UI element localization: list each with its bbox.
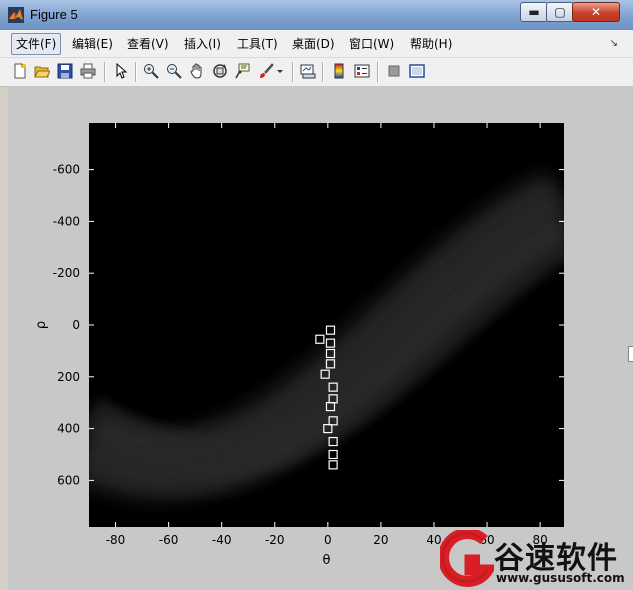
print-icon <box>80 63 96 79</box>
y-tick-label: 400 <box>57 422 80 436</box>
menu-tools[interactable]: 工具(T) <box>233 34 282 54</box>
toolbar-separator <box>377 62 379 82</box>
open-file-icon <box>34 66 50 78</box>
y-tick-label: 600 <box>57 473 80 487</box>
menu-window[interactable]: 窗口(W) <box>345 34 398 54</box>
x-axis-label: θ <box>323 553 331 568</box>
toolbar-separator <box>292 62 294 82</box>
title-bar[interactable]: Figure 5 ▬ ▢ ✕ <box>0 0 633 31</box>
zoom-in-icon <box>144 64 159 79</box>
toolbar-separator <box>104 62 106 82</box>
hough-transform-plot[interactable]: -80 -60 -40 -20 0 20 40 60 80-600-400-2000200400… <box>8 86 633 590</box>
new-figure-icon <box>14 63 26 79</box>
figure-window: Figure 5 ▬ ▢ ✕ 文件(F) 编辑(E) 查看(V) 插入(I) 工… <box>0 0 633 590</box>
brush-icon <box>260 63 274 78</box>
toolbar-separator <box>135 62 137 82</box>
select-button[interactable] <box>112 62 130 80</box>
close-icon: ✕ <box>590 5 602 19</box>
show-plot-tools-button[interactable] <box>408 62 426 80</box>
y-tick-label: 200 <box>57 370 80 384</box>
zoom-in-button[interactable] <box>142 62 160 80</box>
y-axis-label: ρ <box>34 321 49 329</box>
zoom-out-button[interactable] <box>165 62 183 80</box>
menu-overflow-icon[interactable]: ↘ <box>610 38 618 49</box>
rotate-3d-button[interactable] <box>211 62 229 80</box>
x-tick-label: -20 <box>265 533 285 547</box>
legend-button[interactable] <box>353 62 371 80</box>
pan-button[interactable] <box>188 62 206 80</box>
save-icon <box>57 63 73 79</box>
menu-edit[interactable]: 编辑(E) <box>68 34 117 54</box>
maximize-icon: ▢ <box>554 5 566 19</box>
x-tick-label: 0 <box>324 533 332 547</box>
colorbar-icon <box>334 63 344 79</box>
y-tick-label: 0 <box>72 318 80 332</box>
menu-file[interactable]: 文件(F) <box>11 33 62 55</box>
maximize-button[interactable]: ▢ <box>546 2 574 22</box>
menu-view[interactable]: 查看(V) <box>123 34 173 54</box>
y-tick-label: -200 <box>53 266 80 280</box>
brush-dropdown-icon <box>277 70 283 73</box>
hide-plot-tools-button[interactable] <box>385 62 403 80</box>
menu-desktop[interactable]: 桌面(D) <box>288 34 339 54</box>
brush-dropdown-button[interactable] <box>275 62 285 80</box>
menu-help[interactable]: 帮助(H) <box>406 34 456 54</box>
x-tick-label: -40 <box>212 533 232 547</box>
x-tick-label: -80 <box>106 533 126 547</box>
close-button[interactable]: ✕ <box>572 2 620 22</box>
watermark: 谷速软件 www.gususoft.com <box>440 530 633 590</box>
matlab-logo-icon <box>8 7 24 23</box>
window-edge-handle <box>628 346 633 362</box>
axes: -80 -60 -40 -20 0 20 40 60 80-600-400-2000200400… <box>53 123 564 547</box>
x-tick-label: -60 <box>159 533 179 547</box>
figure-canvas: -80 -60 -40 -20 0 20 40 60 80 -600 -400 -200 0 200 400… <box>8 86 633 590</box>
colorbar-button[interactable] <box>330 62 348 80</box>
legend-icon <box>354 64 370 78</box>
pan-hand-icon <box>190 63 202 79</box>
link-plot-icon <box>300 64 316 79</box>
y-tick-label: -600 <box>53 163 80 177</box>
toolbar-separator <box>322 62 324 82</box>
y-tick-label: -400 <box>53 214 80 228</box>
save-button[interactable] <box>56 62 74 80</box>
data-cursor-button[interactable] <box>234 62 252 80</box>
menu-bar: 文件(F) 编辑(E) 查看(V) 插入(I) 工具(T) 桌面(D) 窗口(W… <box>0 30 633 58</box>
watermark-url: www.gususoft.com <box>496 571 625 585</box>
window-title: Figure 5 <box>30 7 78 22</box>
minimize-icon: ▬ <box>528 5 540 19</box>
menu-insert[interactable]: 插入(I) <box>180 34 225 54</box>
gususoft-logo-icon <box>440 530 494 587</box>
print-button[interactable] <box>79 62 97 80</box>
zoom-out-icon <box>167 64 182 79</box>
x-tick-label: 20 <box>373 533 388 547</box>
new-figure-button[interactable] <box>11 62 29 80</box>
data-cursor-icon <box>235 63 250 79</box>
rotate-3d-icon <box>213 64 227 78</box>
open-file-button[interactable] <box>33 62 51 80</box>
brush-button[interactable] <box>257 62 275 80</box>
minimize-button[interactable]: ▬ <box>520 2 548 22</box>
hide-plot-tools-icon <box>388 65 400 77</box>
figure-toolbar <box>0 58 633 87</box>
show-plot-tools-icon <box>409 64 425 78</box>
select-arrow-icon <box>116 63 128 79</box>
link-plot-button[interactable] <box>299 62 317 80</box>
